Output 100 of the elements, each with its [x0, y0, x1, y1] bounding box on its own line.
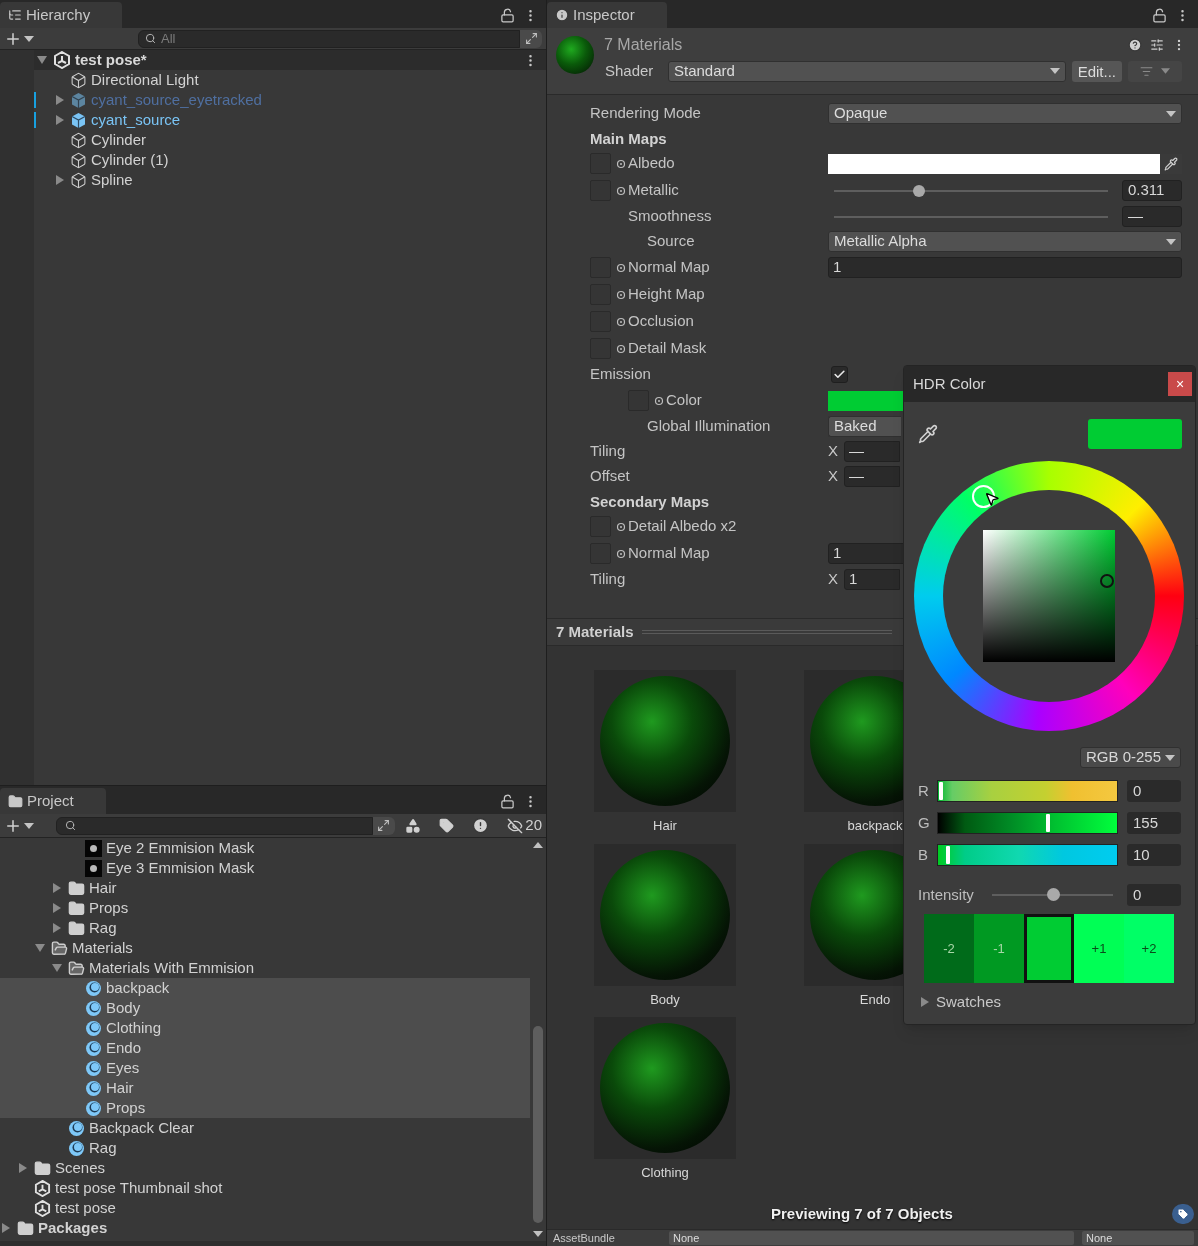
- property-label: Global Illumination: [647, 416, 771, 437]
- search-field[interactable]: [55, 816, 373, 835]
- project-row[interactable]: test pose Thumbnail shot: [0, 1178, 530, 1198]
- intensity-field[interactable]: 0: [1127, 884, 1181, 906]
- lock-icon[interactable]: [500, 793, 515, 809]
- list-dropdown[interactable]: [1128, 60, 1182, 82]
- panel-tab[interactable]: Hierarchy: [0, 2, 123, 28]
- object-title: 7 Materials: [604, 35, 684, 55]
- slider-thumb[interactable]: [939, 782, 943, 800]
- project-row[interactable]: Materials: [0, 938, 530, 958]
- mode-dropdown[interactable]: RGB 0-255: [1079, 747, 1181, 768]
- intensity-label: Intensity: [918, 884, 975, 905]
- project-row[interactable]: Clothing: [0, 1018, 530, 1038]
- collapsed-arrow-icon[interactable]: [1, 1223, 11, 1233]
- project-row[interactable]: Eye 3 Emmision Mask: [0, 858, 530, 878]
- panel-tab[interactable]: Project: [0, 788, 106, 814]
- collapsed-arrow-icon[interactable]: [55, 95, 65, 105]
- color-field[interactable]: [828, 153, 1160, 174]
- preview-title: 7 Materials: [556, 621, 634, 642]
- exposure-swatch[interactable]: -2: [924, 914, 974, 983]
- expanded-arrow-icon[interactable]: [35, 943, 45, 953]
- project-row[interactable]: Scenes: [0, 1158, 530, 1178]
- project-row[interactable]: Packages: [0, 1218, 530, 1238]
- exposure-swatch[interactable]: [1024, 914, 1074, 983]
- project-row[interactable]: Hair: [0, 1078, 530, 1098]
- expanded-arrow-icon[interactable]: [37, 55, 47, 65]
- number-field[interactable]: 1: [844, 569, 900, 590]
- property-label: Albedo: [628, 153, 675, 174]
- lock-icon[interactable]: [1152, 7, 1167, 23]
- slider-thumb[interactable]: [913, 184, 926, 197]
- saturation-value-square[interactable]: [983, 530, 1115, 662]
- color-field[interactable]: [828, 390, 904, 411]
- number-field[interactable]: 1: [828, 257, 1182, 278]
- project-row[interactable]: Endo: [0, 1038, 530, 1058]
- exposure-swatch[interactable]: +1: [1074, 914, 1124, 983]
- variant-dropdown[interactable]: None: [1082, 1231, 1194, 1245]
- collapsed-arrow-icon[interactable]: [52, 923, 62, 933]
- collapsed-arrow-icon[interactable]: [55, 175, 65, 185]
- channel-slider[interactable]: [937, 844, 1118, 866]
- dropdown[interactable]: Opaque: [828, 103, 1182, 124]
- number-field[interactable]: 1: [828, 543, 904, 564]
- collapsed-arrow-icon[interactable]: [52, 903, 62, 913]
- channel-value-field[interactable]: 155: [1127, 812, 1181, 834]
- channel-slider[interactable]: [937, 780, 1118, 802]
- dropdown[interactable]: Baked: [828, 416, 901, 437]
- collapsed-arrow-icon[interactable]: [55, 115, 65, 125]
- collapsed-arrow-icon[interactable]: [920, 997, 930, 1008]
- project-row[interactable]: Eyes: [0, 1058, 530, 1078]
- asset-bundle-dropdown[interactable]: None: [669, 1231, 1074, 1245]
- collapsed-arrow-icon[interactable]: [18, 1163, 28, 1173]
- checkbox[interactable]: [831, 366, 848, 383]
- number-field[interactable]: —: [844, 441, 900, 462]
- channel-value-field[interactable]: 0: [1127, 780, 1181, 802]
- scroll-up-arrow-icon[interactable]: [533, 842, 543, 848]
- shader-dropdown[interactable]: Standard: [668, 60, 1066, 82]
- preview-label: Endo: [859, 990, 891, 1009]
- collapsed-arrow-icon[interactable]: [52, 883, 62, 893]
- panel-tab[interactable]: Inspector: [547, 2, 667, 28]
- number-field[interactable]: 0.311: [1122, 180, 1182, 201]
- project-row[interactable]: Hair: [0, 878, 530, 898]
- maximize-button[interactable]: [520, 29, 542, 48]
- project-row[interactable]: Backpack Clear: [0, 1118, 530, 1138]
- edit-button[interactable]: Edit...: [1071, 60, 1122, 82]
- scene-header[interactable]: test pose*: [34, 50, 546, 70]
- value-handle[interactable]: [1100, 574, 1114, 588]
- maximize-button[interactable]: [372, 816, 395, 835]
- override-marker: [34, 92, 36, 108]
- number-field[interactable]: —: [1122, 206, 1182, 227]
- help-icon[interactable]: [1128, 38, 1142, 52]
- channel-value-field[interactable]: 10: [1127, 844, 1181, 866]
- exposure-swatch[interactable]: +2: [1124, 914, 1174, 983]
- project-row[interactable]: test pose: [0, 1198, 530, 1218]
- project-item: Props: [89, 897, 129, 918]
- settings-icon[interactable]: [1150, 38, 1164, 52]
- project-row[interactable]: backpack: [0, 978, 530, 998]
- lock-icon[interactable]: [500, 7, 515, 23]
- cursor-icon: [984, 491, 1000, 507]
- project-row[interactable]: Eye 2 Emmision Mask: [0, 838, 530, 858]
- asset-labels-button[interactable]: [1172, 1203, 1194, 1224]
- project-row[interactable]: Materials With Emmision: [0, 958, 530, 978]
- project-row[interactable]: Props: [0, 1098, 530, 1118]
- project-row[interactable]: Rag: [0, 918, 530, 938]
- dropdown[interactable]: Metallic Alpha: [828, 231, 1182, 252]
- scroll-down-arrow-icon[interactable]: [533, 1231, 543, 1237]
- slider-thumb[interactable]: [1045, 814, 1050, 832]
- close-button[interactable]: ×: [1168, 372, 1192, 396]
- dropdown-caret-icon: [1049, 68, 1060, 74]
- slider-thumb[interactable]: [946, 846, 950, 864]
- project-item: Clothing: [106, 1017, 162, 1038]
- number-field[interactable]: —: [844, 466, 900, 487]
- channel-label: R: [918, 780, 930, 801]
- expanded-arrow-icon[interactable]: [52, 963, 62, 973]
- hidden-packages-button[interactable]: 20: [499, 814, 542, 837]
- project-row[interactable]: Rag: [0, 1138, 530, 1158]
- intensity-thumb[interactable]: [1046, 888, 1060, 901]
- search-field[interactable]: All: [138, 29, 520, 48]
- project-row[interactable]: Props: [0, 898, 530, 918]
- eyedropper-icon[interactable]: [918, 424, 938, 444]
- project-row[interactable]: Body: [0, 998, 530, 1018]
- channel-slider[interactable]: [937, 812, 1118, 834]
